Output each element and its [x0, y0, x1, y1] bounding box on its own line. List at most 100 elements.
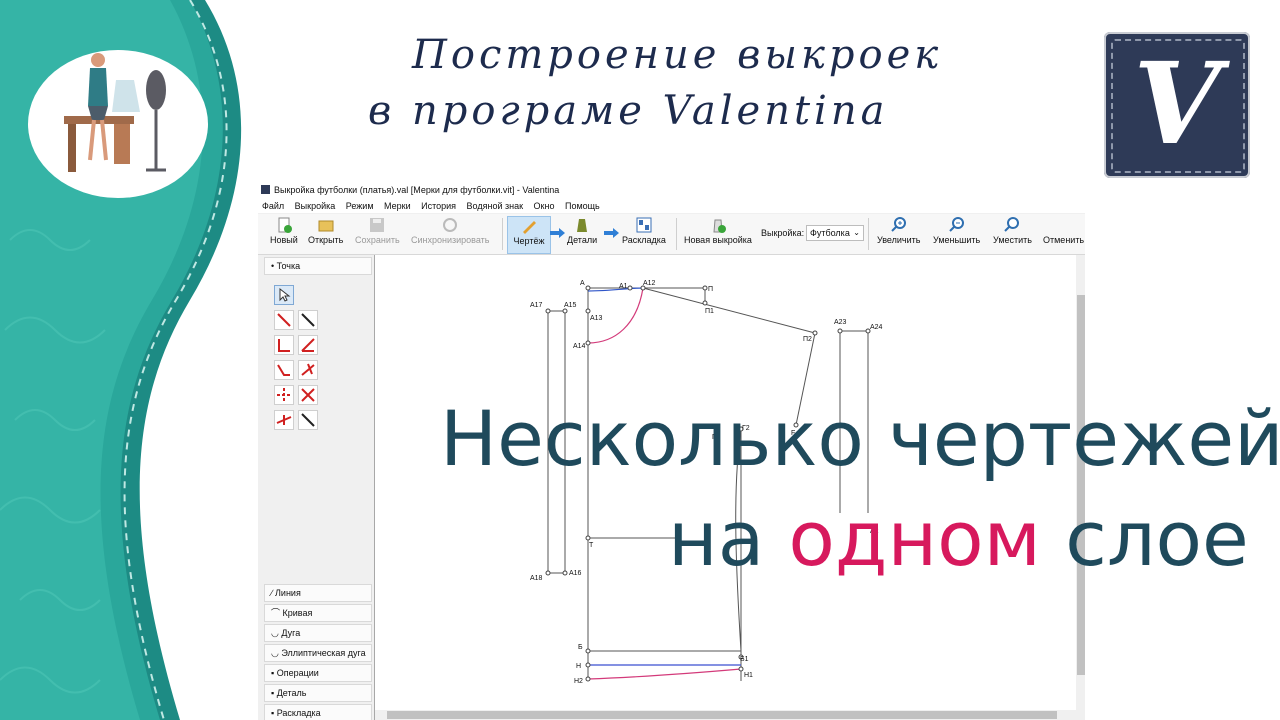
new-pattern-icon — [713, 219, 726, 233]
point-label: А18 — [530, 575, 543, 582]
details-mode-button[interactable]: Детали — [567, 216, 597, 252]
arrow-cursor-tool[interactable] — [274, 285, 294, 305]
shoulder-icon — [277, 364, 290, 376]
vertical-scrollbar-thumb[interactable] — [1077, 295, 1085, 675]
arrow-right-icon — [550, 228, 565, 238]
elliptic-arc-tools-header[interactable]: ◡ Эллиптическая дуга — [264, 644, 372, 662]
point-label: А12 — [643, 280, 656, 287]
curve-tools-icon: ⌒ — [271, 608, 283, 618]
open-button[interactable]: Открыть — [308, 216, 343, 252]
layout-tools-header[interactable]: ▪ Раскладка — [264, 704, 372, 720]
tools-panel: • Точка ∕ Линия ⌒ Кривая ◡ Дуга ◡ Эллипт… — [258, 255, 374, 720]
point-label: Н — [576, 663, 581, 670]
point-label: П — [708, 286, 713, 293]
fit-button[interactable]: Уместить — [993, 216, 1032, 252]
menu-history[interactable]: История — [421, 201, 456, 211]
window-title: Выкройка футболки (платья).val [Мерки дл… — [274, 185, 560, 195]
point-label: А14 — [573, 343, 586, 350]
curve-tools-header[interactable]: ⌒ Кривая — [264, 604, 372, 622]
main-toolbar: Новый Открыть Сохранить Синхронизировать… — [258, 214, 1085, 255]
zoom-out-icon — [948, 217, 964, 232]
menu-watermark[interactable]: Водяной знак — [467, 201, 523, 211]
point-label: А24 — [870, 324, 883, 331]
save-button[interactable]: Сохранить — [355, 216, 400, 252]
curve-tools-label: Кривая — [282, 608, 313, 618]
menu-measurements[interactable]: Мерки — [384, 201, 411, 211]
menu-help[interactable]: Помощь — [565, 201, 600, 211]
toolbar-divider — [868, 218, 869, 250]
normal-tool[interactable] — [298, 360, 318, 380]
avatar — [28, 50, 208, 198]
sync-label: Синхронизировать — [411, 235, 490, 245]
new-pattern-label: Новая выкройка — [684, 235, 752, 245]
intersection-tool[interactable] — [274, 385, 294, 405]
sync-button[interactable]: Синхронизировать — [411, 216, 489, 252]
point-label: А1 — [619, 283, 628, 290]
arc-tools-header[interactable]: ◡ Дуга — [264, 624, 372, 642]
point-label: А16 — [569, 570, 582, 577]
overlay-text-part: на — [668, 494, 789, 583]
new-pattern-button[interactable]: Новая выкройка — [684, 216, 752, 252]
overlay-highlight-word: одном — [788, 494, 1041, 583]
horizontal-scrollbar-thumb[interactable] — [387, 711, 1057, 719]
pattern-select[interactable]: Футболка ⌄ — [806, 225, 864, 241]
sync-icon — [443, 218, 458, 232]
overlay-title-line1: Несколько чертежей — [440, 394, 1280, 483]
toolbar-divider — [502, 218, 503, 250]
pattern-select-value: Футболка — [810, 228, 850, 238]
new-label: Новый — [270, 235, 298, 245]
normal-icon — [301, 363, 315, 376]
new-file-icon — [278, 217, 292, 233]
along-line-tool[interactable] — [298, 310, 318, 330]
height-tool[interactable] — [274, 410, 294, 430]
arc-tools-label: Дуга — [281, 628, 301, 638]
point-label: Б1 — [740, 656, 749, 663]
menu-file[interactable]: Файл — [262, 201, 284, 211]
new-button[interactable]: Новый — [270, 216, 298, 252]
header-title-line1: Построение выкроек — [412, 32, 943, 78]
elliptic-arc-label: Эллиптическая дуга — [281, 648, 366, 658]
arc-tools-icon: ◡ — [271, 628, 282, 638]
app-icon — [261, 185, 270, 194]
fit-label: Уместить — [993, 235, 1032, 245]
zoom-in-button[interactable]: Увеличить — [877, 216, 920, 252]
layout-mode-button[interactable]: Раскладка — [622, 216, 666, 252]
detail-tools-header[interactable]: ▪ Деталь — [264, 684, 372, 702]
drawing-canvas[interactable]: А А1 А12 П П1 А13 А14 А15 А17 П2 А23 А24… — [374, 255, 1085, 720]
window-titlebar: Выкройка футболки (платья).val [Мерки дл… — [258, 181, 1085, 199]
menu-window[interactable]: Окно — [534, 201, 555, 211]
bisector-icon — [301, 338, 315, 352]
zoom-out-label: Уменьшить — [933, 235, 981, 245]
arrow-right-icon — [604, 228, 619, 238]
horizontal-scrollbar[interactable] — [375, 710, 1085, 720]
shoulder-tool[interactable] — [274, 360, 294, 380]
bisector-tool[interactable] — [298, 335, 318, 355]
menu-mode[interactable]: Режим — [346, 201, 374, 211]
save-disk-icon — [370, 218, 385, 232]
operations-tools-header[interactable]: ▪ Операции — [264, 664, 372, 682]
perpendicular-tool[interactable] — [274, 335, 294, 355]
zoom-out-button[interactable]: Уменьшить — [933, 216, 980, 252]
line-tools-label: Линия — [275, 588, 301, 598]
draft-mode-button[interactable]: Чертёж — [507, 216, 551, 254]
layout-tools-label: Раскладка — [276, 708, 321, 718]
along-line-icon — [301, 313, 315, 327]
triangle-tool[interactable] — [298, 410, 318, 430]
elliptic-arc-icon: ◡ — [271, 648, 282, 658]
line-intersect-tool[interactable] — [298, 385, 318, 405]
valentina-logo: V — [1104, 32, 1250, 178]
point-tools-header[interactable]: • Точка — [264, 257, 372, 275]
cancel-button[interactable]: Отменить — [1043, 216, 1084, 252]
toolbar-divider — [676, 218, 677, 250]
line-tool[interactable] — [274, 310, 294, 330]
menu-pattern[interactable]: Выкройка — [295, 201, 336, 211]
intersection-icon — [277, 388, 291, 402]
zoom-fit-icon — [1004, 217, 1020, 232]
cancel-label: Отменить — [1043, 235, 1085, 245]
layout-icon — [636, 217, 652, 233]
operations-label: Операции — [276, 668, 319, 678]
line-tools-header[interactable]: ∕ Линия — [264, 584, 372, 602]
detail-label: Деталь — [276, 688, 307, 698]
zoom-in-label: Увеличить — [877, 235, 921, 245]
point-label: Т — [589, 542, 594, 549]
